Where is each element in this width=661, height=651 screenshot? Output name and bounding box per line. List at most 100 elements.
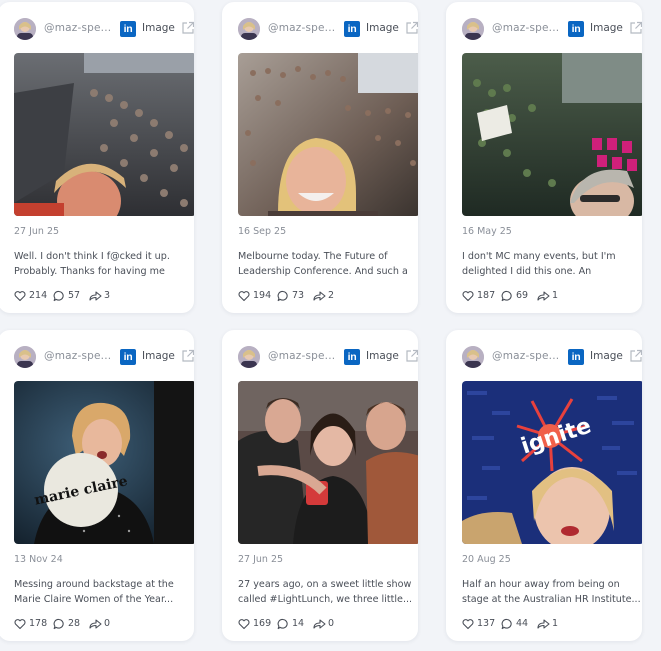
post-header: @maz-spe... in Image — [446, 330, 642, 370]
comments-count: 73 — [292, 290, 305, 301]
post-date: 16 May 25 — [462, 226, 512, 237]
profile-avatar[interactable] — [14, 18, 36, 40]
comment-icon — [53, 618, 64, 630]
comment-icon — [53, 290, 64, 302]
engagement-stats: 214 57 3 — [14, 289, 194, 303]
external-link-icon[interactable] — [629, 21, 642, 35]
external-link-icon[interactable] — [405, 349, 418, 363]
post-card[interactable]: @maz-spe... in Image 27 Jun 25 27 years … — [222, 330, 418, 641]
engagement-stats: 194 73 2 — [238, 289, 418, 303]
linkedin-icon: in — [568, 349, 584, 365]
comment-icon — [277, 290, 288, 302]
external-link-icon[interactable] — [405, 21, 418, 35]
post-header: @maz-spe... in Image — [446, 2, 642, 42]
post-card[interactable]: @maz-spe... in Image 16 Sep 25 Melbourne… — [222, 2, 418, 313]
post-caption[interactable]: I don't MC many events, but I'm delighte… — [462, 249, 642, 279]
comments-count: 28 — [68, 618, 81, 629]
comment-icon — [501, 290, 512, 302]
post-card[interactable]: @maz-spe... in Image 27 Jun 25 Well. I d… — [0, 2, 194, 313]
post-date: 27 Jun 25 — [238, 554, 284, 565]
profile-avatar[interactable] — [238, 18, 260, 40]
external-link-icon[interactable] — [181, 21, 194, 35]
comments-count: 44 — [516, 618, 529, 629]
external-link-icon[interactable] — [629, 349, 642, 363]
share-icon — [313, 619, 326, 629]
share-icon — [313, 291, 326, 301]
post-caption[interactable]: Melbourne today. The Future of Leadershi… — [238, 249, 418, 279]
heart-icon — [14, 291, 26, 302]
post-type-label: Image — [590, 22, 623, 34]
post-date: 16 Sep 25 — [238, 226, 287, 237]
linkedin-icon: in — [568, 21, 584, 37]
linkedin-icon: in — [344, 21, 360, 37]
profile-avatar[interactable] — [14, 346, 36, 368]
comments-count: 14 — [292, 618, 305, 629]
likes-count: 214 — [29, 290, 48, 301]
heart-icon — [238, 619, 250, 630]
post-header: @maz-spe... in Image — [0, 2, 194, 42]
post-type-label: Image — [142, 350, 175, 362]
engagement-stats: 137 44 1 — [462, 617, 642, 631]
post-image[interactable]: marie claire — [14, 381, 194, 544]
post-type-label: Image — [142, 22, 175, 34]
shares-count: 0 — [328, 618, 335, 629]
likes-count: 187 — [477, 290, 496, 301]
engagement-stats: 169 14 0 — [238, 617, 418, 631]
share-icon — [537, 619, 550, 629]
post-caption[interactable]: Messing around backstage at the Marie Cl… — [14, 577, 194, 607]
post-image[interactable] — [238, 53, 418, 216]
heart-icon — [238, 291, 250, 302]
heart-icon — [462, 619, 474, 630]
shares-count: 1 — [552, 290, 559, 301]
linkedin-icon: in — [120, 349, 136, 365]
linkedin-icon: in — [120, 21, 136, 37]
share-icon — [89, 619, 102, 629]
comments-count: 69 — [516, 290, 529, 301]
post-image[interactable] — [462, 53, 642, 216]
post-date: 13 Nov 24 — [14, 554, 63, 565]
shares-count: 3 — [104, 290, 111, 301]
likes-count: 137 — [477, 618, 496, 629]
post-card[interactable]: @maz-spe... in Image 16 May 25 I don't M… — [446, 2, 642, 313]
comments-count: 57 — [68, 290, 81, 301]
post-caption[interactable]: Half an hour away from being on stage at… — [462, 577, 642, 607]
post-type-label: Image — [366, 350, 399, 362]
shares-count: 0 — [104, 618, 111, 629]
account-handle[interactable]: @maz-spe... — [492, 22, 558, 34]
comment-icon — [277, 618, 288, 630]
post-header: @maz-spe... in Image — [222, 2, 418, 42]
comment-icon — [501, 618, 512, 630]
engagement-stats: 178 28 0 — [14, 617, 194, 631]
heart-icon — [462, 291, 474, 302]
share-icon — [537, 291, 550, 301]
post-header: @maz-spe... in Image — [0, 330, 194, 370]
post-card[interactable]: @maz-spe... in Image marie claire 13 Nov… — [0, 330, 194, 641]
post-caption[interactable]: Well. I don't think I f@cked it up. Prob… — [14, 249, 194, 279]
post-date: 27 Jun 25 — [14, 226, 60, 237]
account-handle[interactable]: @maz-spe... — [44, 350, 110, 362]
account-handle[interactable]: @maz-spe... — [268, 350, 334, 362]
shares-count: 2 — [328, 290, 335, 301]
post-caption[interactable]: 27 years ago, on a sweet little show cal… — [238, 577, 418, 607]
shares-count: 1 — [552, 618, 559, 629]
post-card[interactable]: @maz-spe... in Image ignite 20 Aug 25 Ha… — [446, 330, 642, 641]
account-handle[interactable]: @maz-spe... — [268, 22, 334, 34]
profile-avatar[interactable] — [238, 346, 260, 368]
profile-avatar[interactable] — [462, 346, 484, 368]
engagement-stats: 187 69 1 — [462, 289, 642, 303]
post-image[interactable] — [238, 381, 418, 544]
external-link-icon[interactable] — [181, 349, 194, 363]
likes-count: 169 — [253, 618, 272, 629]
post-date: 20 Aug 25 — [462, 554, 511, 565]
post-image[interactable] — [14, 53, 194, 216]
likes-count: 178 — [29, 618, 48, 629]
likes-count: 194 — [253, 290, 272, 301]
post-header: @maz-spe... in Image — [222, 330, 418, 370]
post-type-label: Image — [590, 350, 623, 362]
account-handle[interactable]: @maz-spe... — [44, 22, 110, 34]
linkedin-icon: in — [344, 349, 360, 365]
post-image[interactable]: ignite — [462, 381, 642, 544]
post-type-label: Image — [366, 22, 399, 34]
profile-avatar[interactable] — [462, 18, 484, 40]
account-handle[interactable]: @maz-spe... — [492, 350, 558, 362]
